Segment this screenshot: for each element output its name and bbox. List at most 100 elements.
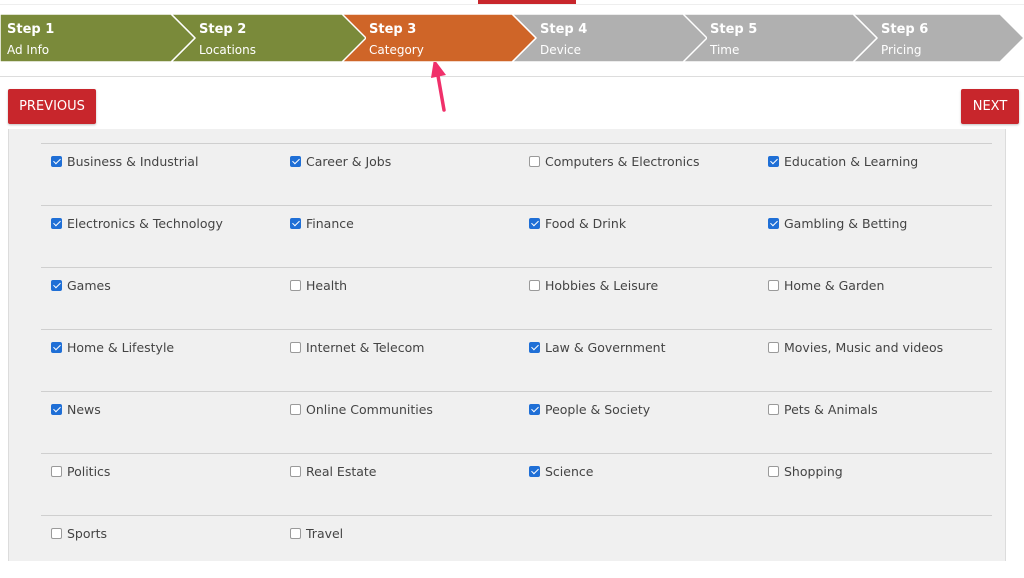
category-label: Internet & Telecom — [306, 339, 425, 355]
checkbox-unchecked-icon[interactable] — [768, 465, 779, 477]
step-5[interactable]: Step 5 Time — [682, 14, 877, 62]
category-option[interactable]: Education & Learning — [768, 153, 918, 169]
category-label: News — [67, 401, 101, 417]
category-row: Business & Industrial Career & Jobs Comput… — [41, 143, 992, 206]
checkbox-unchecked-icon[interactable] — [290, 465, 301, 477]
category-label: Law & Government — [545, 339, 666, 355]
category-label: Pets & Animals — [784, 401, 878, 417]
category-row: Sports Travel — [41, 515, 992, 578]
checkbox-checked-icon[interactable] — [768, 155, 779, 167]
checkbox-checked-icon[interactable] — [529, 403, 540, 415]
category-label: Science — [545, 463, 594, 479]
category-option[interactable]: Sports — [51, 525, 107, 541]
category-label: Home & Garden — [784, 277, 885, 293]
checkbox-unchecked-icon[interactable] — [290, 279, 301, 291]
top-divider — [0, 4, 1024, 5]
category-label: Gambling & Betting — [784, 215, 908, 231]
category-label: Finance — [306, 215, 354, 231]
checkbox-checked-icon[interactable] — [51, 341, 62, 353]
category-option[interactable]: Computers & Electronics — [529, 153, 699, 169]
next-button[interactable]: NEXT — [961, 89, 1019, 124]
category-label: People & Society — [545, 401, 651, 417]
step-4-number: Step 4 — [540, 22, 588, 37]
category-row: Games Health Hobbies & Leisure Home & Garde… — [41, 267, 992, 330]
category-option[interactable]: Politics — [51, 463, 110, 479]
checkbox-unchecked-icon[interactable] — [290, 341, 301, 353]
checkbox-checked-icon[interactable] — [529, 465, 540, 477]
checkbox-unchecked-icon[interactable] — [290, 403, 301, 415]
checkbox-checked-icon[interactable] — [529, 217, 540, 229]
step-6-title: Pricing — [881, 43, 922, 57]
checkbox-unchecked-icon[interactable] — [768, 341, 779, 353]
checkbox-unchecked-icon[interactable] — [768, 279, 779, 291]
category-option[interactable]: Shopping — [768, 463, 843, 479]
category-option[interactable]: Internet & Telecom — [290, 339, 424, 355]
checkbox-checked-icon[interactable] — [768, 217, 779, 229]
category-option[interactable]: Business & Industrial — [51, 153, 198, 169]
checkbox-checked-icon[interactable] — [529, 341, 540, 353]
step-4-title: Device — [540, 43, 582, 57]
category-option[interactable]: Food & Drink — [529, 215, 626, 231]
category-label: Movies, Music and videos — [784, 339, 944, 355]
step-5-title: Time — [710, 43, 740, 57]
category-option[interactable]: Online Communities — [290, 401, 433, 417]
checkbox-unchecked-icon[interactable] — [529, 279, 540, 291]
category-label: Education & Learning — [784, 153, 919, 169]
checkbox-unchecked-icon[interactable] — [51, 527, 62, 539]
step-1-title: Ad Info — [7, 43, 50, 57]
checkbox-unchecked-icon[interactable] — [768, 403, 779, 415]
steps-divider — [0, 76, 1024, 77]
step-4[interactable]: Step 4 Device — [512, 14, 707, 62]
category-option[interactable]: Travel — [290, 525, 343, 541]
step-5-number: Step 5 — [710, 22, 758, 37]
step-3-title: Category — [369, 43, 424, 57]
category-option[interactable]: Pets & Animals — [768, 401, 878, 417]
category-option[interactable]: Health — [290, 277, 347, 293]
step-1[interactable]: Step 1 Ad Info — [0, 14, 195, 62]
category-option[interactable]: Law & Government — [529, 339, 666, 355]
category-option[interactable]: Finance — [290, 215, 354, 231]
category-option[interactable]: Games — [51, 277, 111, 293]
category-label: Hobbies & Leisure — [545, 277, 659, 293]
checkbox-checked-icon[interactable] — [51, 403, 62, 415]
category-label: Home & Lifestyle — [67, 339, 175, 355]
previous-button[interactable]: PREVIOUS — [8, 89, 96, 124]
category-option[interactable]: Science — [529, 463, 593, 479]
checkbox-unchecked-icon[interactable] — [290, 527, 301, 539]
category-label: Electronics & Technology — [67, 215, 223, 231]
category-panel: Business & Industrial Career & Jobs Comput… — [8, 129, 1006, 561]
category-label: Real Estate — [306, 463, 377, 479]
category-label: Shopping — [784, 463, 843, 479]
category-label: Online Communities — [306, 401, 433, 417]
category-row: Electronics & Technology Finance Food & Dr… — [41, 205, 992, 268]
category-option[interactable]: Career & Jobs — [290, 153, 391, 169]
step-3[interactable]: Step 3 Category — [341, 14, 536, 62]
category-label: Sports — [67, 525, 108, 541]
checkbox-checked-icon[interactable] — [290, 155, 301, 167]
category-option[interactable]: People & Society — [529, 401, 650, 417]
step-2[interactable]: Step 2 Locations — [171, 14, 366, 62]
category-option[interactable]: Movies, Music and videos — [768, 339, 943, 355]
checkbox-checked-icon[interactable] — [290, 217, 301, 229]
category-option[interactable]: Home & Garden — [768, 277, 884, 293]
category-row: Politics Real Estate Science Shopping — [41, 453, 992, 516]
checkbox-checked-icon[interactable] — [51, 155, 62, 167]
checkbox-unchecked-icon[interactable] — [51, 465, 62, 477]
checkbox-checked-icon[interactable] — [51, 279, 62, 291]
category-option[interactable]: Electronics & Technology — [51, 215, 223, 231]
category-label: Food & Drink — [545, 215, 627, 231]
category-option[interactable]: Home & Lifestyle — [51, 339, 174, 355]
checkbox-unchecked-icon[interactable] — [529, 155, 540, 167]
step-2-number: Step 2 — [199, 22, 247, 37]
category-row: News Online Communities People & Society Pe… — [41, 391, 992, 454]
category-row: Home & Lifestyle Internet & Telecom Law & … — [41, 329, 992, 392]
step-6[interactable]: Step 6 Pricing — [853, 14, 1024, 62]
category-label: Travel — [306, 525, 344, 541]
category-option[interactable]: Gambling & Betting — [768, 215, 907, 231]
checkbox-checked-icon[interactable] — [51, 217, 62, 229]
category-option[interactable]: Hobbies & Leisure — [529, 277, 658, 293]
step-6-number: Step 6 — [881, 22, 929, 37]
category-option[interactable]: News — [51, 401, 101, 417]
category-label: Career & Jobs — [306, 153, 392, 169]
category-option[interactable]: Real Estate — [290, 463, 376, 479]
